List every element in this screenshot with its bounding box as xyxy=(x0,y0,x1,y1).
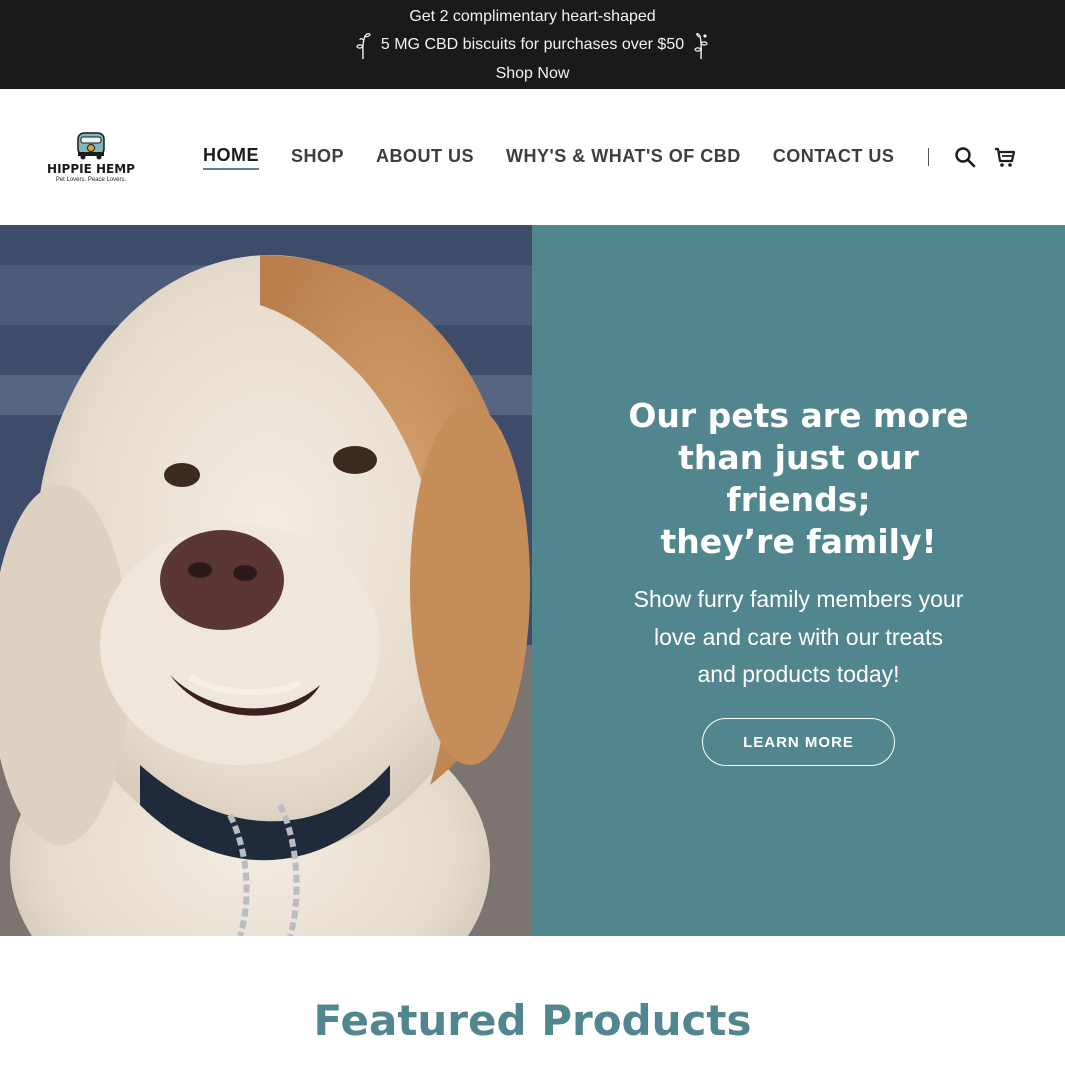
logo-title: HIPPIE HEMP xyxy=(47,162,135,176)
hero-title-line: Our pets are more xyxy=(628,396,969,435)
announcement-bar: Get 2 complimentary heart-shaped 5 MG CB… xyxy=(0,0,1065,89)
shop-now-link[interactable]: Shop Now xyxy=(496,60,570,87)
hero-panel: Our pets are more than just our friends;… xyxy=(532,225,1065,936)
site-header: HIPPIE HEMP Pet Lovers. Peace Lovers. HO… xyxy=(0,89,1065,225)
dog-illustration xyxy=(0,225,532,936)
cart-icon[interactable] xyxy=(994,146,1016,168)
announcement-line-2-row: 5 MG CBD biscuits for purchases over $50 xyxy=(353,30,712,60)
hero-title-line: they’re family! xyxy=(660,522,937,561)
announcement-line-2: 5 MG CBD biscuits for purchases over $50 xyxy=(380,36,685,53)
nav-contact-us[interactable]: CONTACT US xyxy=(773,146,895,169)
nav-shop[interactable]: SHOP xyxy=(291,146,344,169)
hero-title-line: friends; xyxy=(726,480,871,519)
featured-products-heading: Featured Products xyxy=(313,996,752,1045)
hippie-hemp-logo[interactable]: HIPPIE HEMP Pet Lovers. Peace Lovers. xyxy=(40,131,142,183)
logo-tagline: Pet Lovers. Peace Lovers. xyxy=(56,177,127,183)
learn-more-button[interactable]: LEARN MORE xyxy=(702,718,895,766)
hero-subtitle: Show furry family members your love and … xyxy=(633,586,964,687)
search-icon[interactable] xyxy=(954,146,976,168)
main-nav: HOME SHOP ABOUT US WHY'S & WHAT'S OF CBD… xyxy=(203,89,926,225)
announcement-line-1: Get 2 complimentary heart-shaped xyxy=(409,7,656,25)
nav-whys-whats-of-cbd[interactable]: WHY'S & WHAT'S OF CBD xyxy=(506,146,741,169)
nav-divider xyxy=(928,148,929,166)
nav-about-us[interactable]: ABOUT US xyxy=(376,146,474,169)
sprig-icon xyxy=(356,32,371,59)
sprig-icon xyxy=(694,32,708,59)
hero-title: Our pets are more than just our friends;… xyxy=(612,395,985,563)
nav-home[interactable]: HOME xyxy=(203,145,259,170)
hero-title-line: than just our xyxy=(678,438,919,477)
hero-dog-photo xyxy=(0,225,532,936)
